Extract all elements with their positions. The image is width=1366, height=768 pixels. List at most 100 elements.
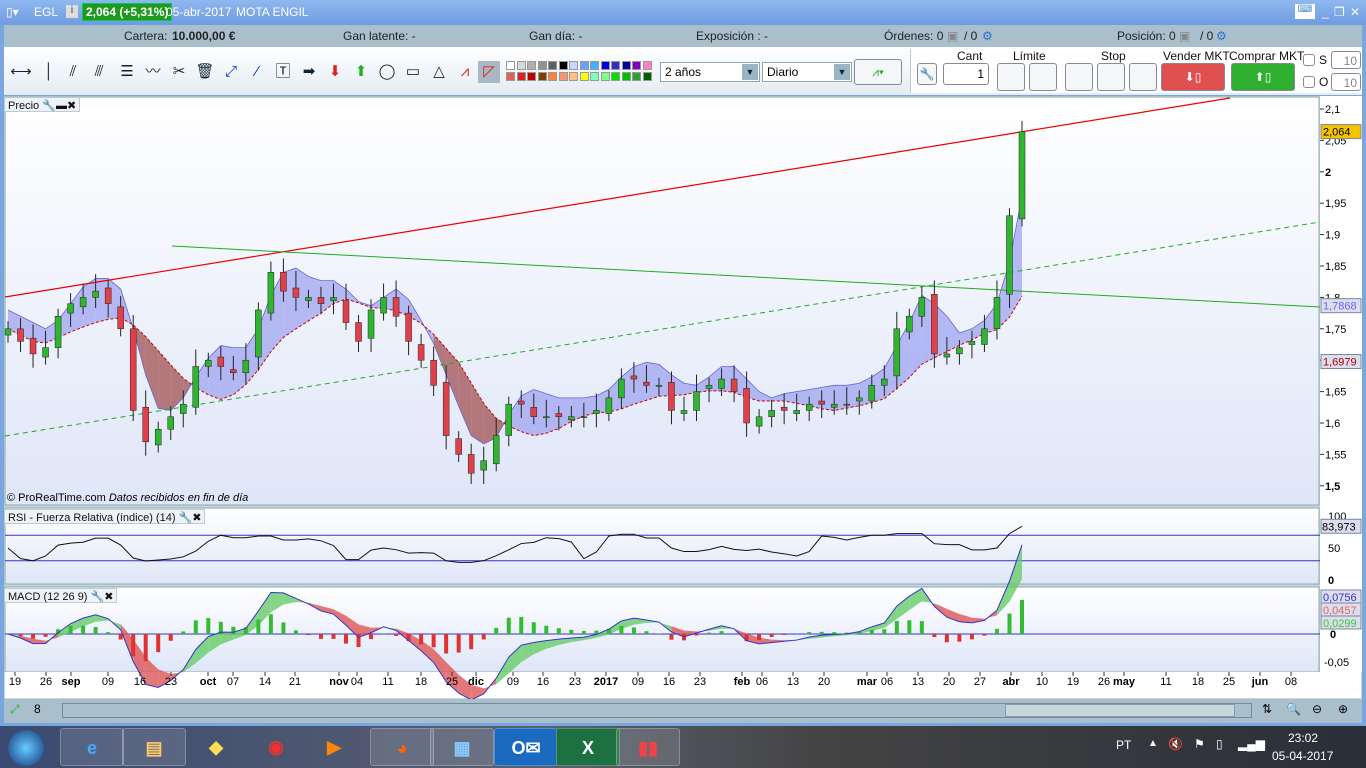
trend-channel-tool-icon[interactable]: ⫽ — [62, 61, 84, 83]
close-icon[interactable]: ✖ — [67, 100, 76, 112]
wrench-icon[interactable]: 🔧 — [179, 512, 193, 524]
color-swatch[interactable] — [600, 61, 610, 70]
interval-select[interactable]: Diario ▼ — [762, 62, 852, 82]
color-swatch[interactable] — [548, 61, 557, 70]
power-icon[interactable]: ▯ — [1216, 737, 1223, 751]
firefox-icon[interactable]: ◕ — [370, 728, 434, 766]
zoom-out-icon[interactable]: ⊖ — [1312, 702, 1322, 716]
color-swatch[interactable] — [590, 61, 599, 70]
color-swatch[interactable] — [632, 61, 641, 70]
ellipse-tool-icon[interactable]: ◯ — [376, 61, 398, 83]
horizontal-line-tool-icon[interactable]: ⟷ — [10, 61, 32, 83]
link-icon[interactable]: 8 — [34, 702, 41, 716]
s-input[interactable]: 10 — [1331, 51, 1361, 69]
auto-scale-icon[interactable]: ⤢ — [10, 702, 20, 717]
period-select[interactable]: 2 años ▼ — [660, 62, 760, 82]
color-swatch[interactable] — [621, 72, 631, 81]
line-tool-icon[interactable]: ⁄ — [246, 61, 268, 83]
scroll-track[interactable] — [62, 703, 1252, 718]
photos-icon[interactable]: ◆ — [184, 728, 248, 766]
color-swatch[interactable] — [579, 61, 589, 70]
chart-area[interactable]: 2,12,0521,951,91,851,81,751,71,651,61,55… — [4, 96, 1362, 699]
flag-icon[interactable]: ⚑ — [1194, 737, 1205, 751]
o-checkbox[interactable] — [1303, 76, 1315, 88]
volume-muted-icon[interactable]: 🔇 — [1168, 737, 1183, 751]
info-icon[interactable]: i — [66, 5, 78, 18]
color-swatch[interactable] — [642, 72, 652, 81]
wrench-icon[interactable]: 🔧 — [42, 100, 56, 112]
arrow-down-icon[interactable]: ⬇ — [324, 61, 346, 83]
color-swatch[interactable] — [569, 72, 578, 81]
scroll-thumb[interactable] — [1005, 704, 1235, 717]
close-position-icon[interactable]: ▣ — [1179, 29, 1190, 43]
ticker[interactable]: EGL — [34, 5, 58, 19]
gear-icon[interactable]: ⚙ — [982, 29, 993, 43]
color-swatch[interactable] — [590, 72, 599, 81]
color-swatch[interactable] — [600, 72, 610, 81]
trash-icon[interactable]: 🗑 — [194, 61, 216, 83]
tray-expand-icon[interactable]: ▲ — [1148, 738, 1158, 749]
arrow-up-icon[interactable]: ⬆ — [350, 61, 372, 83]
buy-market-button[interactable]: ⬆▯ — [1231, 63, 1295, 91]
media-icon[interactable]: ▶ — [302, 728, 366, 766]
quantity-input[interactable]: 1 — [943, 63, 989, 85]
color-swatch[interactable] — [558, 72, 568, 81]
limit-sell-button[interactable] — [997, 63, 1025, 91]
close-button[interactable]: ✕ — [1350, 5, 1360, 19]
text-tool-icon[interactable]: 🅃 — [272, 61, 294, 83]
color-swatch[interactable] — [516, 72, 526, 81]
triangle-tool-icon[interactable]: △ — [428, 61, 450, 83]
close-icon[interactable]: ✖ — [192, 512, 201, 524]
color-swatch[interactable] — [579, 72, 589, 81]
close-icon[interactable]: ✖ — [104, 591, 113, 603]
candle-icon[interactable]: ▯▾ — [6, 5, 19, 19]
color-swatch[interactable] — [506, 61, 515, 70]
split-icon[interactable]: ⇅ — [1262, 702, 1272, 716]
explorer-icon[interactable]: ▤ — [122, 728, 186, 766]
tools-icon[interactable]: ✂ — [168, 61, 190, 83]
segment-tool-icon[interactable]: ⤢ — [220, 61, 242, 83]
prorealtime-icon[interactable]: ▮▮ — [616, 728, 680, 766]
arrow-right-icon[interactable]: ➡ — [298, 61, 320, 83]
signal-icon[interactable]: ▂▄▆ — [1238, 737, 1265, 751]
limit-buy-button[interactable] — [1029, 63, 1057, 91]
color-swatch[interactable] — [537, 72, 547, 81]
start-button[interactable] — [8, 730, 44, 766]
chrome-icon[interactable]: ◉ — [244, 728, 308, 766]
gann-tool-icon[interactable]: ⩘ — [454, 61, 476, 83]
restore-button[interactable]: ❐ — [1334, 5, 1345, 19]
fibonacci-tool-icon[interactable]: ☰ — [116, 61, 138, 83]
color-swatch[interactable] — [611, 61, 620, 70]
color-swatch[interactable] — [632, 72, 641, 81]
keyboard-icon[interactable]: ⌨ — [1295, 4, 1315, 19]
sell-market-button[interactable]: ⬇▯ — [1161, 63, 1225, 91]
s-checkbox[interactable] — [1303, 54, 1315, 66]
clock-time[interactable]: 23:02 — [1288, 731, 1318, 745]
stop-button-2[interactable] — [1097, 63, 1125, 91]
wrench-icon[interactable]: 🔧 — [917, 63, 937, 85]
vertical-line-tool-icon[interactable]: │ — [38, 61, 60, 83]
wrench-icon[interactable]: 🔧 — [91, 591, 105, 603]
parallel-lines-tool-icon[interactable]: ⫻ — [88, 61, 110, 83]
color-swatch[interactable] — [516, 61, 526, 70]
chart-scrollbar[interactable]: ⤢ 8 ⇅ 🔍 ⊖ ⊕ — [4, 699, 1362, 723]
indicators-button[interactable]: ⩘▾ — [854, 59, 902, 85]
zoom-in-icon[interactable]: ⊕ — [1338, 702, 1348, 716]
cancel-orders-icon[interactable]: ▣ — [947, 29, 958, 43]
excel-icon[interactable]: X — [556, 728, 620, 766]
color-swatch[interactable] — [558, 61, 568, 70]
minimize-button[interactable]: _ — [1322, 5, 1329, 19]
gear-icon[interactable]: ⚙ — [1216, 29, 1227, 43]
clock-date[interactable]: 05-04-2017 — [1272, 749, 1333, 763]
color-swatch[interactable] — [527, 61, 536, 70]
window-icon[interactable]: ▬ — [56, 100, 67, 112]
stop-button-1[interactable] — [1065, 63, 1093, 91]
ie-icon[interactable]: e — [60, 728, 124, 766]
language-indicator[interactable]: PT — [1116, 738, 1131, 752]
regression-tool-icon[interactable]: 〰 — [142, 61, 164, 83]
color-swatch[interactable] — [611, 72, 620, 81]
color-swatch[interactable] — [569, 61, 578, 70]
color-swatch[interactable] — [642, 61, 652, 70]
zoom-fit-icon[interactable]: 🔍 — [1286, 702, 1301, 716]
rectangle-tool-icon[interactable]: ▭ — [402, 61, 424, 83]
